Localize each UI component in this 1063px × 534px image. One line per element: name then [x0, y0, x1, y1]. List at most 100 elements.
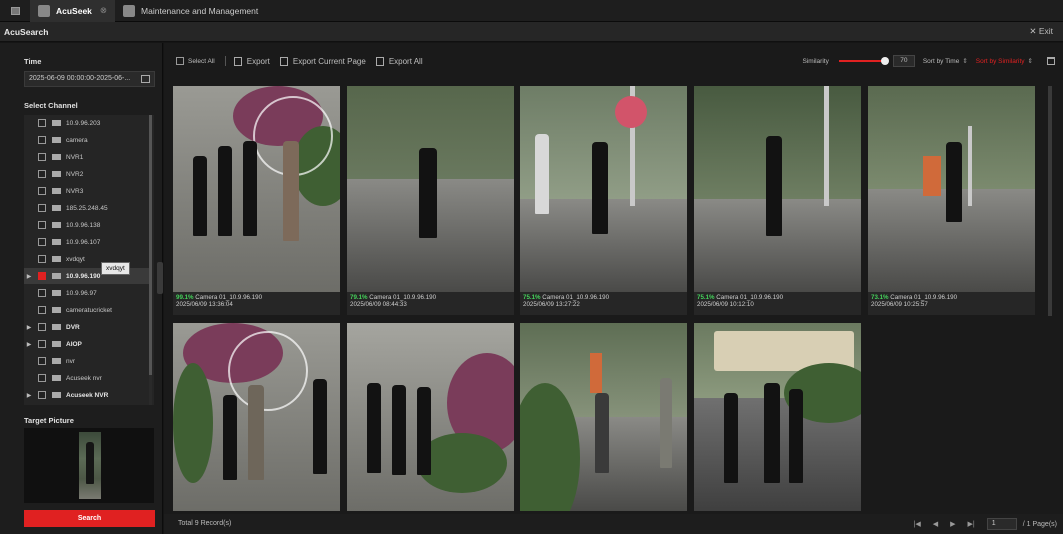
result-thumbnail[interactable]: [173, 323, 340, 511]
channel-item[interactable]: xvdqyt: [24, 251, 150, 267]
result-thumbnail[interactable]: [347, 86, 514, 292]
result-thumbnail[interactable]: [868, 86, 1035, 292]
result-card[interactable]: [347, 323, 514, 511]
collapse-sidebar-handle[interactable]: [157, 262, 163, 294]
close-tab-icon[interactable]: ⊗: [100, 5, 107, 16]
slider-knob[interactable]: [880, 57, 889, 65]
channel-checkbox[interactable]: [38, 204, 46, 212]
channel-item[interactable]: 10.9.96.97: [24, 285, 150, 301]
result-thumbnail[interactable]: [173, 86, 340, 292]
tab-acuseek[interactable]: AcuSeek ⊗: [30, 0, 116, 22]
export-button[interactable]: Export: [233, 56, 270, 66]
prev-page-icon[interactable]: ◀: [933, 520, 938, 528]
channel-checkbox[interactable]: [38, 272, 46, 280]
channel-checkbox[interactable]: [38, 357, 46, 365]
channel-tree-scrollbar[interactable]: [149, 115, 152, 405]
expand-arrow-icon[interactable]: ▶: [24, 324, 34, 331]
time-label: Time: [24, 57, 42, 66]
channel-item[interactable]: ▶ 10.9.96.190: [24, 268, 150, 284]
result-thumbnail[interactable]: [694, 323, 861, 511]
channel-checkbox[interactable]: [38, 170, 46, 178]
channel-item[interactable]: ▶ AIOP: [24, 336, 150, 352]
device-icon: [52, 256, 61, 262]
channel-item[interactable]: NVR2: [24, 166, 150, 182]
channel-item[interactable]: NVR3: [24, 183, 150, 199]
channel-item[interactable]: camera: [24, 132, 150, 148]
home-tab[interactable]: [0, 0, 30, 22]
next-page-icon[interactable]: ▶: [950, 520, 955, 528]
result-thumbnail[interactable]: [694, 86, 861, 292]
exit-button[interactable]: ✕ Exit: [1029, 26, 1053, 37]
result-card[interactable]: 75.1% Camera 01_10.9.96.190 2025/06/09 13…: [520, 86, 687, 315]
channel-checkbox[interactable]: [38, 136, 46, 144]
channel-item[interactable]: 10.9.96.107: [24, 234, 150, 250]
similarity-value-input[interactable]: 70: [892, 55, 915, 67]
channel-checkbox[interactable]: [38, 153, 46, 161]
channel-checkbox[interactable]: [38, 323, 46, 331]
channel-item[interactable]: nvr: [24, 353, 150, 369]
export-icon: [375, 56, 384, 66]
channel-checkbox[interactable]: [38, 221, 46, 229]
result-card[interactable]: [173, 323, 340, 511]
channel-checkbox[interactable]: [38, 340, 46, 348]
expand-arrow-icon[interactable]: ▶: [24, 273, 34, 280]
channel-checkbox[interactable]: [38, 238, 46, 246]
search-button[interactable]: Search: [24, 510, 155, 527]
result-card[interactable]: 75.1% Camera 01_10.9.96.190 2025/06/09 10…: [694, 86, 861, 315]
calendar-icon[interactable]: [141, 75, 150, 83]
result-card[interactable]: 73.1% Camera 01_10.9.96.190 2025/06/09 10…: [868, 86, 1035, 315]
time-range-field[interactable]: 2025-06-09 00:00:00-2025-06-...: [24, 71, 155, 87]
device-icon: [52, 205, 61, 211]
channel-checkbox[interactable]: [38, 391, 46, 399]
expand-arrow-icon[interactable]: ▶: [24, 341, 34, 348]
result-thumbnail[interactable]: [520, 86, 687, 292]
sort-toggle-icon[interactable]: ⇕: [962, 57, 967, 65]
channel-label: 10.9.96.203: [66, 119, 101, 127]
last-page-icon[interactable]: ▶|: [968, 520, 975, 528]
select-all-label: Select All: [188, 57, 215, 65]
channel-checkbox[interactable]: [38, 187, 46, 195]
result-meta: 75.1% Camera 01_10.9.96.190 2025/06/09 10…: [697, 294, 783, 308]
result-card[interactable]: 99.1% Camera 01_10.9.96.190 2025/06/09 13…: [173, 86, 340, 315]
sort-by-similarity-button[interactable]: Sort by Similarity: [976, 58, 1025, 65]
export-current-page-button[interactable]: Export Current Page: [279, 56, 366, 66]
result-card[interactable]: [694, 323, 861, 511]
filter-icon[interactable]: [1047, 57, 1055, 65]
page-number-input[interactable]: 1: [986, 518, 1017, 530]
similarity-slider[interactable]: [838, 57, 889, 65]
scrollbar-thumb[interactable]: [149, 115, 152, 375]
channel-checkbox[interactable]: [38, 119, 46, 127]
sort-by-time-button[interactable]: Sort by Time: [923, 58, 959, 65]
first-page-icon[interactable]: |◀: [914, 520, 921, 528]
page-count: / 1 Page(s): [1022, 520, 1057, 528]
channel-item[interactable]: cameratucricket: [24, 302, 150, 318]
channel-checkbox[interactable]: [38, 289, 46, 297]
result-thumbnail[interactable]: [347, 323, 514, 511]
export-all-label: Export All: [388, 56, 423, 66]
channel-item[interactable]: 185.25.248.45: [24, 200, 150, 216]
channel-label: DVR: [66, 323, 80, 331]
similarity-score: 73.1%: [871, 294, 889, 301]
channel-checkbox[interactable]: [38, 255, 46, 263]
results-scrollbar[interactable]: [1048, 86, 1052, 316]
sort-toggle-icon[interactable]: ⇕: [1028, 57, 1033, 65]
channel-checkbox[interactable]: [38, 374, 46, 382]
channel-label: Acuseek NVR: [66, 391, 109, 399]
channel-item[interactable]: 10.9.96.203: [24, 115, 150, 131]
channel-item[interactable]: NVR1: [24, 149, 150, 165]
result-card[interactable]: 79.1% Camera 01_10.9.96.190 2025/06/09 08…: [347, 86, 514, 315]
channel-item[interactable]: Acuseek nvr: [24, 370, 150, 386]
channel-item[interactable]: 10.9.96.138: [24, 217, 150, 233]
select-all-checkbox[interactable]: Select All: [176, 57, 215, 65]
app-tab-bar: AcuSeek ⊗ Maintenance and Management: [0, 0, 1063, 22]
channel-item[interactable]: ▶ Acuseek NVR: [24, 387, 150, 403]
result-thumbnail[interactable]: [520, 323, 687, 511]
sidebar: Time 2025-06-09 00:00:00-2025-06-... Sel…: [0, 43, 163, 534]
tab-maintenance[interactable]: Maintenance and Management: [115, 0, 266, 22]
channel-item[interactable]: ▶ DVR: [24, 319, 150, 335]
channel-checkbox[interactable]: [38, 306, 46, 314]
result-card[interactable]: [520, 323, 687, 511]
expand-arrow-icon[interactable]: ▶: [24, 392, 34, 399]
export-all-button[interactable]: Export All: [375, 56, 423, 66]
target-picture-box[interactable]: [24, 428, 154, 503]
